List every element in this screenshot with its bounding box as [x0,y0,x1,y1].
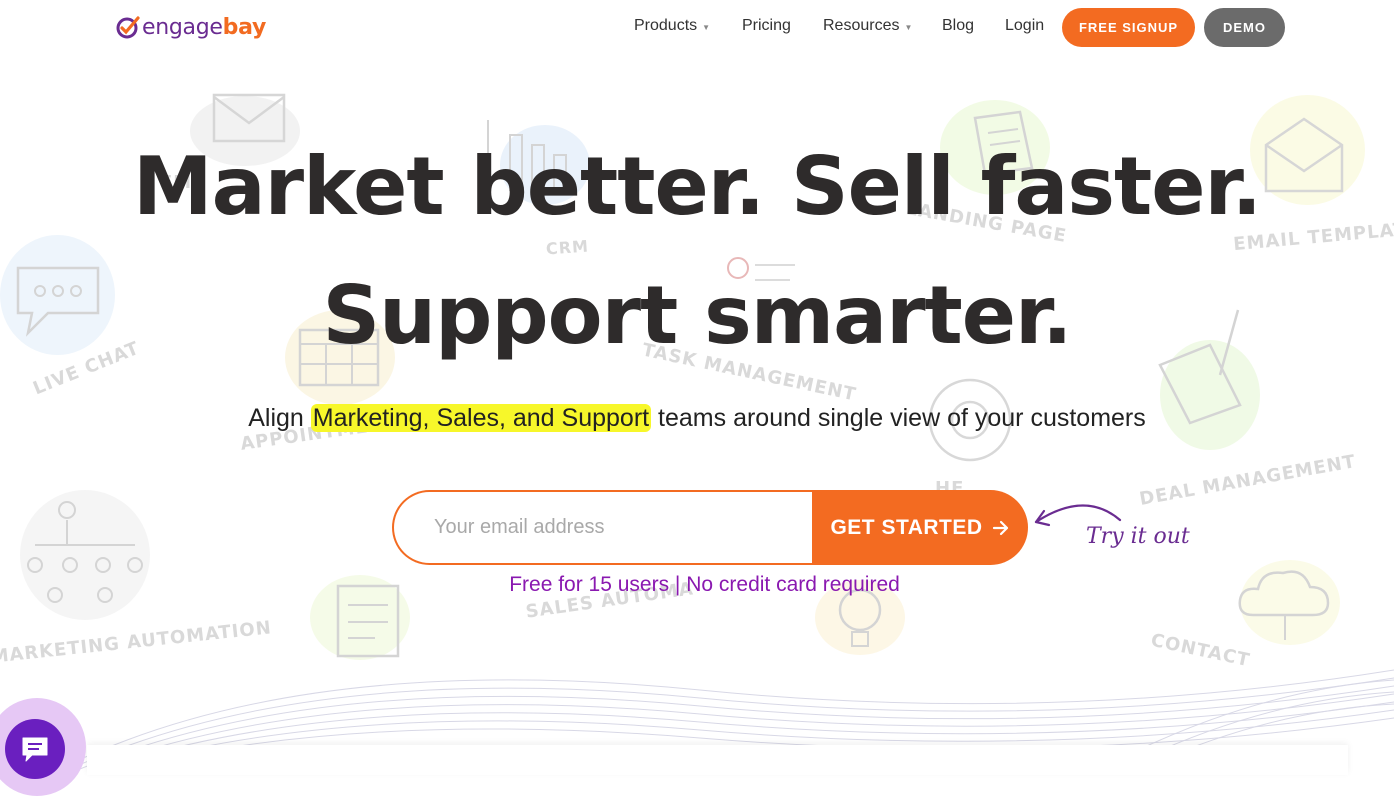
demo-button[interactable]: DEMO [1204,8,1285,47]
cloud-doodle-icon [1238,570,1330,640]
subheadline-highlight: Marketing, Sales, and Support [310,404,652,432]
hero-headline-line2: Support smarter. [322,269,1073,362]
nav-products[interactable]: Products ▼ [634,17,710,35]
email-input[interactable] [392,490,812,565]
get-started-button[interactable]: GET STARTED [812,490,1028,565]
engagebay-logo[interactable]: engage bay [115,12,266,42]
nav-resources-label: Resources [823,17,900,34]
logo-text-bay: bay [222,14,267,40]
doodle-label-crm: CRM [545,236,590,259]
doodle-label-deal-management: DEAL MANAGEMENT [1137,451,1358,510]
hero-subheadline: Align Marketing, Sales, and Support team… [0,404,1394,433]
subheadline-suffix: teams around single view of your custome… [651,404,1146,432]
hero-headline-line1: Market better. Sell faster. [133,140,1262,233]
get-started-label: GET STARTED [830,515,983,539]
envelope-doodle-icon [212,93,286,143]
free-signup-button[interactable]: FREE SIGNUP [1062,8,1195,47]
nav-products-label: Products [634,17,698,34]
arrow-right-icon [992,520,1008,535]
chat-widget-button[interactable] [5,719,65,779]
engagebay-logo-icon [116,16,140,39]
logo-text-engage: engage [142,14,223,40]
chat-bubble-icon [22,737,48,762]
nav-resources[interactable]: Resources ▼ [823,17,912,35]
chevron-down-icon: ▼ [702,23,711,32]
try-it-out-label: Try it out [1086,524,1190,549]
nav-login[interactable]: Login [1005,17,1044,35]
signup-form: GET STARTED [392,490,1028,565]
org-chart-doodle-icon [27,501,143,603]
subheadline-prefix: Align [248,404,311,432]
free-plan-note: Free for 15 users | No credit card requi… [509,573,900,596]
chevron-down-icon: ▼ [904,23,913,32]
nav-blog[interactable]: Blog [942,17,974,35]
nav-pricing[interactable]: Pricing [742,17,791,35]
content-card [87,745,1348,775]
